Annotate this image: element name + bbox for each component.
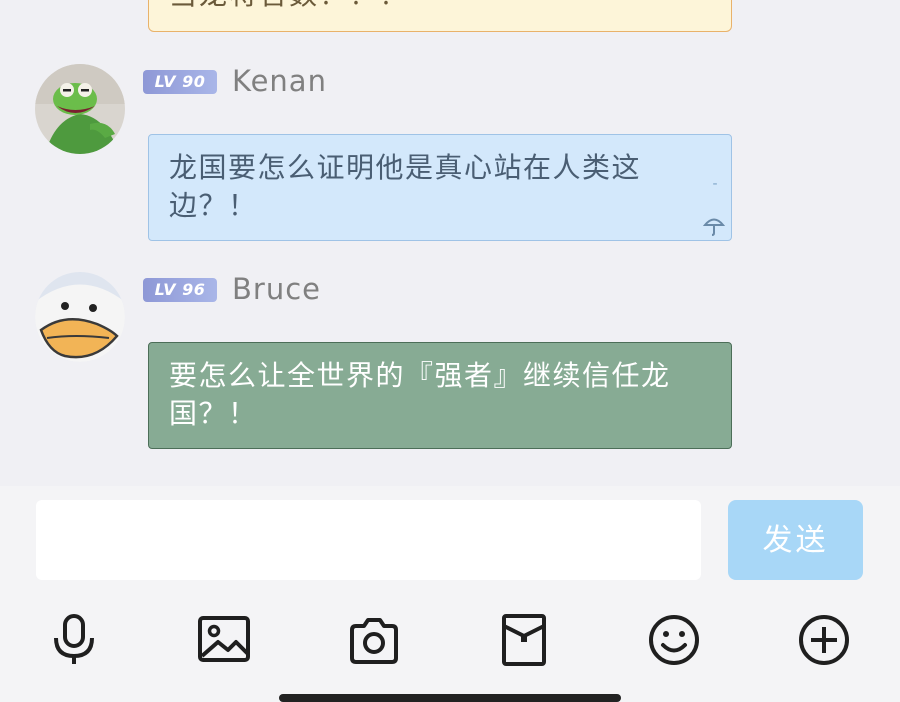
home-indicator[interactable] <box>279 694 621 702</box>
message-bubble-bruce[interactable]: 要怎么让全世界的『强者』继续信任龙国？！ <box>148 342 732 449</box>
message-text-bruce: 要怎么让全世界的『强者』继续信任龙国？！ <box>169 359 671 430</box>
bubble-dash-icon: - <box>712 176 719 192</box>
message-input[interactable] <box>36 500 701 580</box>
emoji-icon[interactable] <box>646 612 702 668</box>
red-envelope-icon[interactable] <box>496 612 552 668</box>
image-icon[interactable] <box>196 612 252 668</box>
previous-message-text: 当龙将官数！！！ <box>169 0 409 13</box>
message-bubble-kenan[interactable]: 龙国要怎么证明他是真心站在人类这边？！ - <box>148 134 732 241</box>
plus-icon[interactable] <box>796 612 852 668</box>
previous-message-bubble: 当龙将官数！！！ <box>148 0 732 32</box>
avatar-bruce[interactable] <box>35 272 125 362</box>
duck-avatar-icon <box>35 272 125 362</box>
username-kenan[interactable]: Kenan <box>232 64 327 98</box>
kermit-frog-avatar-icon <box>35 64 125 154</box>
microphone-icon[interactable] <box>46 612 102 668</box>
camera-icon[interactable] <box>346 612 402 668</box>
message-text-kenan: 龙国要怎么证明他是真心站在人类这边？！ <box>169 151 642 222</box>
avatar-kenan[interactable] <box>35 64 125 154</box>
send-button[interactable]: 发送 <box>728 500 863 580</box>
chat-message-list[interactable]: 当龙将官数！！！ LV 90 Kenan 龙国要怎么证明他是真 <box>0 0 900 486</box>
level-badge-bruce: LV 96 <box>143 278 217 302</box>
level-badge-kenan: LV 90 <box>143 70 217 94</box>
username-bruce[interactable]: Bruce <box>232 272 321 306</box>
chat-screen: 当龙将官数！！！ LV 90 Kenan 龙国要怎么证明他是真 <box>0 0 900 702</box>
umbrella-icon <box>703 218 725 236</box>
